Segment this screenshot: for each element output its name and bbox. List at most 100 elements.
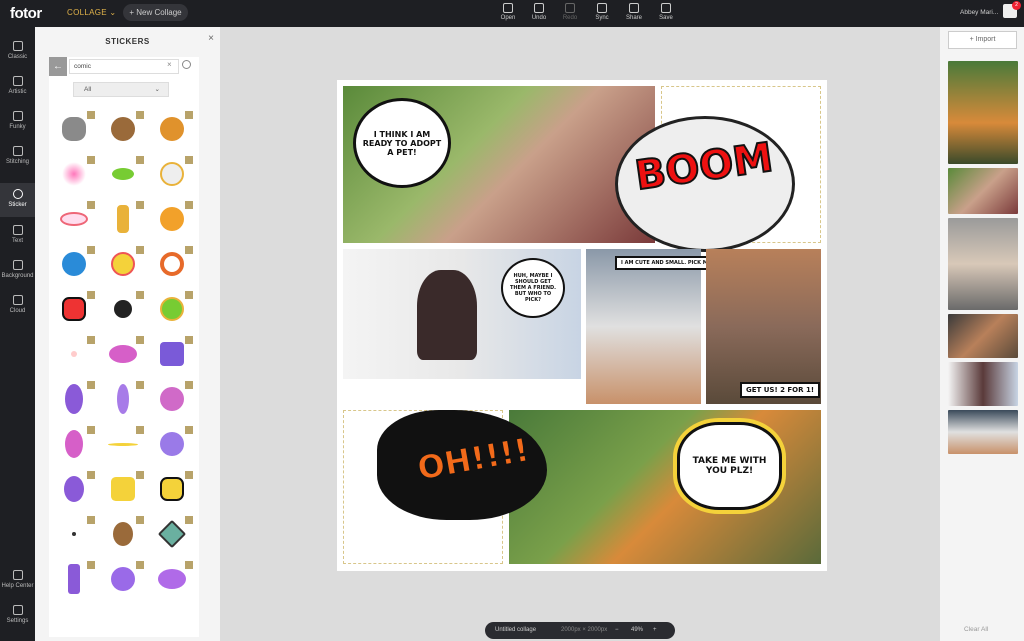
sticker-green-splat[interactable] <box>102 154 144 194</box>
speech-bubble-ready[interactable]: I THINK I AM READY TO ADOPT A PET! <box>353 98 451 188</box>
sticker-purple-alien[interactable] <box>53 379 95 419</box>
sticker-purple-tower[interactable] <box>53 559 95 599</box>
sync-button[interactable]: Sync <box>589 3 615 21</box>
sticker-one-eye[interactable] <box>53 469 95 509</box>
nav-funky[interactable]: Funky <box>0 105 35 139</box>
nav-cloud[interactable]: Cloud <box>0 289 35 323</box>
premium-badge-icon <box>136 381 144 389</box>
collage-canvas[interactable]: I THINK I AM READY TO ADOPT A PET! BOOM … <box>337 80 827 571</box>
photo-kitten[interactable] <box>586 249 701 404</box>
zoom-out-button[interactable]: − <box>615 622 619 639</box>
sticker-yellow-star-burst[interactable] <box>102 469 144 509</box>
new-collage-button[interactable]: + New Collage <box>123 4 188 21</box>
nav-artistic[interactable]: Artistic <box>0 70 35 104</box>
sticker-dots[interactable] <box>53 514 95 554</box>
clear-all-button[interactable]: Clear All <box>964 626 988 633</box>
premium-badge-icon <box>136 246 144 254</box>
sticker-bam[interactable] <box>53 289 95 329</box>
back-arrow-icon[interactable]: ← <box>49 57 67 76</box>
sticker-black-burst[interactable] <box>102 289 144 329</box>
nav-background[interactable]: Background <box>0 254 35 288</box>
thumbnail-cat-blanket[interactable] <box>948 218 1018 310</box>
sticker-violet-creature[interactable] <box>151 424 193 464</box>
sticker-pink-monster[interactable] <box>102 334 144 374</box>
redo-label: Redo <box>562 15 578 21</box>
sticker-list[interactable]: ← × All ⌄ <box>49 57 199 637</box>
sticker-purple-eyes[interactable] <box>102 379 144 419</box>
open-button[interactable]: Open <box>495 3 521 21</box>
undo-button[interactable]: Undo <box>526 3 552 21</box>
sticker-yellow-bang[interactable] <box>102 244 144 284</box>
sticker-magenta-monster[interactable] <box>53 424 95 464</box>
premium-badge-icon <box>185 201 193 209</box>
notification-icon[interactable]: 2 <box>1003 1 1021 18</box>
category-value: All <box>84 86 92 93</box>
nav-sticker[interactable]: Sticker <box>0 183 35 217</box>
close-icon[interactable]: × <box>208 33 214 44</box>
sticker-purple-robot[interactable] <box>151 334 193 374</box>
redo-icon <box>565 3 575 13</box>
sticker-purple-cyclops[interactable] <box>102 559 144 599</box>
share-button[interactable]: Share <box>621 3 647 21</box>
thumbnail-kitten[interactable] <box>948 410 1018 454</box>
sticker-orange-burst[interactable] <box>151 199 193 239</box>
share-icon <box>629 3 639 13</box>
premium-badge-icon <box>185 426 193 434</box>
photo-two-cats[interactable] <box>706 249 821 404</box>
nav-help-center[interactable]: Help Center <box>0 564 35 598</box>
import-button[interactable]: + Import <box>948 31 1017 49</box>
speech-bubble-take-me[interactable]: TAKE ME WITH YOU PLZ! <box>677 422 782 510</box>
sticker-pink-burst[interactable] <box>53 154 95 194</box>
user-name[interactable]: Abbey Mari... <box>960 9 998 16</box>
category-dropdown[interactable]: All ⌄ <box>73 82 169 97</box>
fotor-logo[interactable]: fotor <box>10 5 42 22</box>
premium-badge-icon <box>136 291 144 299</box>
premium-badge-icon <box>136 471 144 479</box>
zoom-in-button[interactable]: + <box>653 622 657 639</box>
nav-stitching-label: Stitching <box>5 159 29 165</box>
thumbnail-tiger[interactable] <box>948 61 1018 164</box>
mode-dropdown[interactable]: COLLAGE ⌄ <box>67 8 116 17</box>
sticker-bear[interactable] <box>151 109 193 149</box>
sticker-giraffe[interactable] <box>102 199 144 239</box>
sticker-blue-splash[interactable] <box>53 244 95 284</box>
premium-badge-icon <box>87 561 95 569</box>
thumbnail-two-cats[interactable] <box>948 314 1018 358</box>
nav-classic[interactable]: Classic <box>0 35 35 69</box>
nav-help-label: Help Center <box>1 583 34 589</box>
stitching-icon <box>12 146 23 156</box>
thumbnail-girl-cat[interactable] <box>948 362 1018 406</box>
nav-settings[interactable]: Settings <box>0 599 35 633</box>
nav-stitching[interactable]: Stitching <box>0 140 35 174</box>
sticker-monkey[interactable] <box>102 109 144 149</box>
nav-text[interactable]: Text <box>0 219 35 253</box>
sticker-green-pow[interactable] <box>151 289 193 329</box>
sticker-yellow-line[interactable] <box>102 424 144 464</box>
sticker-bunny[interactable] <box>151 154 193 194</box>
redo-button[interactable]: Redo <box>557 3 583 21</box>
open-icon <box>503 3 513 13</box>
sticker-raccoon[interactable] <box>53 109 95 149</box>
premium-badge-icon <box>87 111 95 119</box>
sticker-reindeer[interactable] <box>102 514 144 554</box>
clear-search-icon[interactable]: × <box>167 60 172 69</box>
sticker-thumbs-up[interactable] <box>151 469 193 509</box>
sticker-purple-cloud[interactable] <box>151 559 193 599</box>
sticker-pink-blob[interactable] <box>151 379 193 419</box>
save-button[interactable]: Save <box>653 3 679 21</box>
sticker-star[interactable] <box>151 514 193 554</box>
search-input[interactable] <box>69 59 179 74</box>
nav-funky-label: Funky <box>9 124 26 130</box>
premium-badge-icon <box>136 426 144 434</box>
nav-classic-label: Classic <box>7 54 28 60</box>
speech-bubble-friend[interactable]: HUH, MAYBE I SHOULD GET THEM A FRIEND. B… <box>501 258 565 318</box>
cloud-icon <box>12 295 23 305</box>
sticker-pink-cloud[interactable] <box>53 199 95 239</box>
collage-name[interactable]: Untitled collage <box>495 622 536 639</box>
sticker-orange-ring[interactable] <box>151 244 193 284</box>
thumbnail-girl-flower[interactable] <box>948 168 1018 214</box>
label-cute-small[interactable]: I AM CUTE AND SMALL. PICK ME! <box>615 256 720 270</box>
sticker-small-marks[interactable] <box>53 334 95 374</box>
search-icon[interactable] <box>182 60 191 69</box>
label-2-for-1[interactable]: GET US! 2 FOR 1! <box>740 382 821 398</box>
